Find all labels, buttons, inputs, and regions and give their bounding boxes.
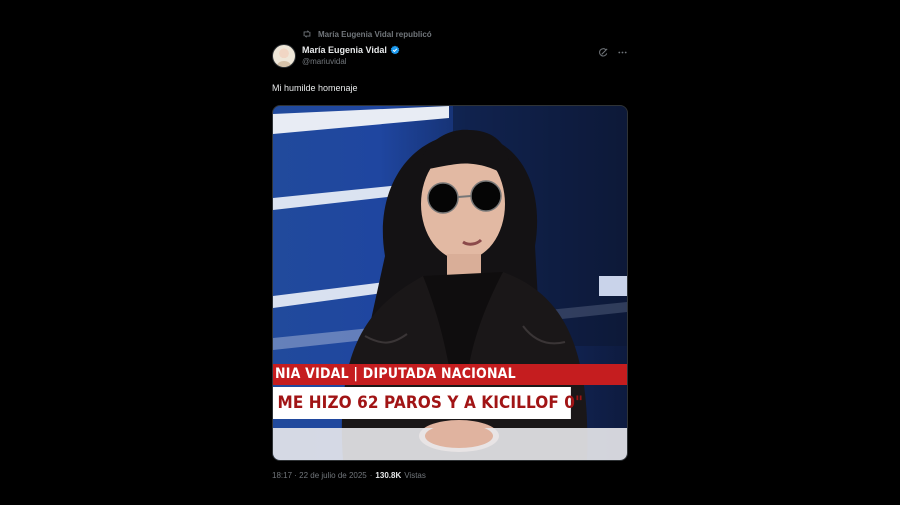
lower-third-quote: ME HIZO 62 PAROS Y A KICILLOF 0" [273, 387, 583, 419]
avatar[interactable] [272, 44, 296, 68]
views-count: 130.8K [375, 471, 402, 480]
grok-icon[interactable] [598, 47, 609, 58]
retweet-text: María Eugenia Vidal republicó [318, 29, 432, 39]
retweet-icon [303, 30, 311, 38]
timestamp[interactable]: 18:17 · 22 de julio de 2025 [272, 471, 367, 480]
author-row: María Eugenia Vidal @mariuvidal [272, 44, 628, 72]
meta-separator: · [369, 471, 373, 480]
verified-icon [390, 45, 400, 55]
tweet[interactable]: María Eugenia Vidal republicó María Euge… [272, 26, 628, 480]
tweet-media-image[interactable]: NIA VIDAL | DIPUTADA NACIONAL ME HIZO 62… [272, 105, 628, 461]
author-info: María Eugenia Vidal @mariuvidal [302, 44, 400, 68]
lower-third-name: NIA VIDAL | DIPUTADA NACIONAL [273, 364, 627, 385]
tweet-text: Mi humilde homenaje [272, 83, 358, 93]
more-icon[interactable] [617, 47, 628, 58]
retweet-indicator: María Eugenia Vidal republicó [302, 26, 628, 42]
display-name[interactable]: María Eugenia Vidal [302, 44, 387, 56]
tweet-metadata: 18:17 · 22 de julio de 2025 · 130.8K Vis… [272, 471, 628, 480]
views-label: Vistas [404, 471, 426, 480]
author-actions [598, 47, 628, 58]
handle[interactable]: @mariuvidal [302, 56, 400, 68]
